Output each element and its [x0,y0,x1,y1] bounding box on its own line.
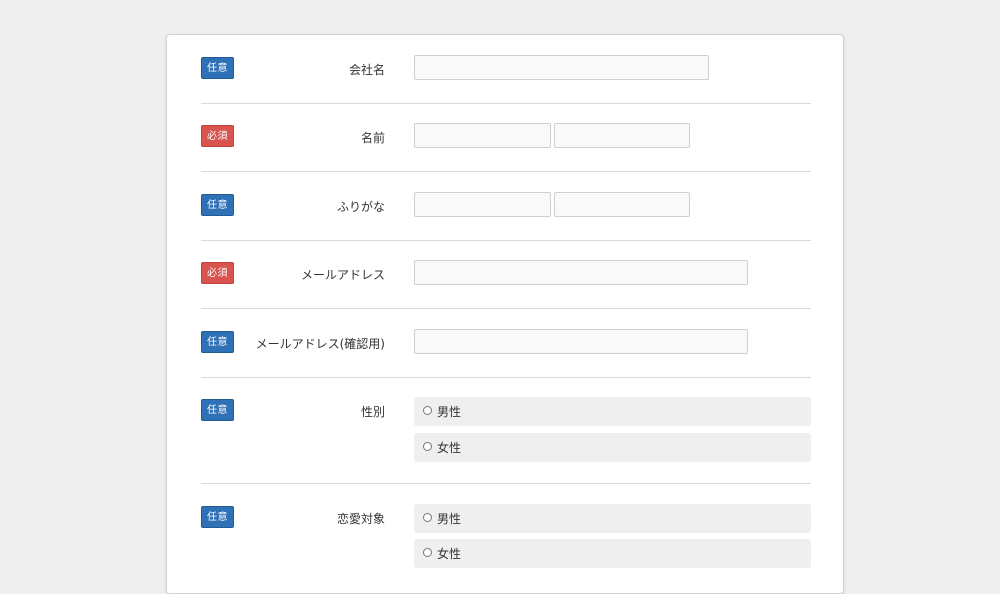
love-target-label: 恋愛対象 [336,512,385,526]
form-row-company: 任意 会社名 [201,35,811,104]
gender-option-male[interactable]: 男性 [414,397,811,426]
form-row-furigana: 任意 ふりがな [201,172,811,241]
radio-label: 女性 [437,441,462,455]
required-badge: 必須 [201,125,234,147]
gender-label: 性別 [360,405,385,419]
form-row-love-target: 任意 恋愛対象 男性 女性 [201,484,811,594]
optional-badge: 任意 [201,331,234,353]
optional-badge: 任意 [201,506,234,528]
furigana-label: ふりがな [336,200,385,214]
optional-badge: 任意 [201,57,234,79]
love-target-option-male[interactable]: 男性 [414,504,811,533]
radio-label: 男性 [437,512,462,526]
radio-button[interactable] [423,513,432,522]
love-target-option-female[interactable]: 女性 [414,539,811,568]
form-row-email-confirm: 任意 メールアドレス(確認用) [201,309,811,378]
optional-badge: 任意 [201,194,234,216]
company-label: 会社名 [348,63,385,77]
email-confirm-label: メールアドレス(確認用) [255,337,385,351]
email-input[interactable] [414,260,748,285]
company-input[interactable] [414,55,709,80]
furigana-first-input[interactable] [554,192,690,217]
form-row-email: 必須 メールアドレス [201,240,811,309]
email-confirm-input[interactable] [414,329,748,354]
form-row-name: 必須 名前 [201,103,811,172]
form-row-gender: 任意 性別 男性 女性 [201,377,811,484]
optional-badge: 任意 [201,399,234,421]
furigana-last-input[interactable] [414,192,551,217]
first-name-input[interactable] [554,123,690,148]
last-name-input[interactable] [414,123,551,148]
required-badge: 必須 [201,262,234,284]
radio-button[interactable] [423,442,432,451]
name-label: 名前 [360,131,385,145]
radio-label: 女性 [437,547,462,561]
gender-option-female[interactable]: 女性 [414,433,811,462]
form-card: 任意 会社名 必須 名前 任意 ふりがな 必須 メールアドレス 任意 メールアド… [166,34,844,594]
radio-button[interactable] [423,406,432,415]
radio-label: 男性 [437,405,462,419]
email-label: メールアドレス [300,268,385,282]
